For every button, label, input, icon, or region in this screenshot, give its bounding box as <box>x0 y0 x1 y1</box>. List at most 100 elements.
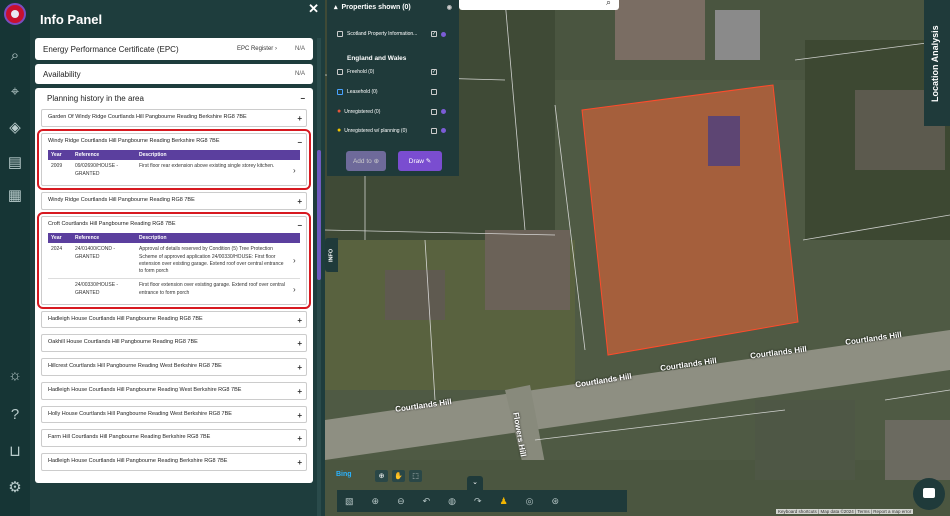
info-icon[interactable] <box>441 109 446 114</box>
info-icon[interactable] <box>441 128 446 133</box>
hand-icon[interactable]: ✋ <box>392 470 405 482</box>
epc-register-link[interactable]: EPC Register › <box>237 46 277 52</box>
unregistered-planning-option[interactable]: ● Unregistered w/ planning (0) <box>337 127 447 134</box>
unregistered-planning-label: Unregistered w/ planning (0) <box>344 127 408 134</box>
visibility-icon[interactable]: ◉ <box>447 4 452 11</box>
epc-label: Energy Performance Certificate (EPC) <box>43 44 179 54</box>
scrollbar-thumb[interactable] <box>317 150 321 280</box>
app-logo[interactable] <box>4 3 26 25</box>
cell-year: 2009 <box>51 163 63 170</box>
expand-icon[interactable]: + <box>297 411 302 420</box>
cell-reference: 09/02690/HOUSE - GRANTED <box>75 163 119 177</box>
unregistered-option[interactable]: ● Unregistered (0) <box>337 108 447 115</box>
undo-icon[interactable]: ↶ <box>423 496 431 507</box>
scotland-option[interactable]: Scotland Property Information... ✓ <box>337 31 447 37</box>
cell-year: 2024 <box>51 246 63 253</box>
collapse-icon[interactable]: − <box>300 94 305 103</box>
planning-table: Year Reference Description 2009 09/02690… <box>48 150 300 181</box>
search-icon[interactable]: ⌕ <box>5 46 25 66</box>
checkbox[interactable] <box>337 31 343 37</box>
planning-address: Oakhill House Courtlands Hill Pangbourne… <box>48 339 198 346</box>
caret-up-icon[interactable]: ▴ <box>334 3 338 11</box>
settings-icon[interactable]: ⚙ <box>5 478 25 498</box>
draw-button[interactable]: Draw ✎ <box>398 151 442 171</box>
expand-icon[interactable]: + <box>297 114 302 123</box>
planning-item[interactable]: Hadleigh House Courtlands Hill Pangbourn… <box>41 381 307 400</box>
chevron-right-icon[interactable]: › <box>290 243 300 279</box>
id-card-icon[interactable]: ▤ <box>5 153 25 173</box>
chat-icon[interactable] <box>913 478 945 510</box>
planning-item-expanded[interactable]: Croft Courtlands Hill Pangbourne Reading… <box>37 211 311 309</box>
expand-icon[interactable]: + <box>297 434 302 443</box>
chevron-right-icon[interactable]: › <box>290 160 300 181</box>
checkbox[interactable] <box>431 127 437 134</box>
compass-icon[interactable]: ⊛ <box>552 496 560 507</box>
planning-item[interactable]: Farm Hill Courtlands Hill Pangbourne Rea… <box>41 429 307 447</box>
area-search-icon[interactable]: ⌖ <box>5 82 25 102</box>
expand-icon[interactable]: + <box>297 316 302 325</box>
collapse-icon[interactable]: − <box>297 138 302 147</box>
planning-address: Windy Ridge Courtlands Hill Pangbourne R… <box>48 137 220 144</box>
map-search-input[interactable]: ⌕ <box>459 0 619 10</box>
chevron-right-icon[interactable]: › <box>290 278 300 300</box>
planning-item[interactable]: Hadleigh House Courtlands Hill Pangbourn… <box>41 452 307 471</box>
document-icon[interactable]: ▦ <box>5 186 25 206</box>
planning-item[interactable]: Hadleigh House Courtlands Hill Pangbourn… <box>41 310 307 329</box>
street-view-icon[interactable]: ♟ <box>500 496 508 507</box>
epc-row[interactable]: Energy Performance Certificate (EPC) EPC… <box>35 38 313 60</box>
info-icon[interactable] <box>441 31 446 37</box>
leasehold-option[interactable]: Leasehold (0) <box>337 89 447 95</box>
planning-history-header[interactable]: Planning history in the area − <box>47 94 305 103</box>
planning-address: Croft Courtlands Hill Pangbourne Reading… <box>48 220 176 227</box>
zoom-out-icon[interactable]: ⊖ <box>397 496 405 507</box>
lightbulb-icon[interactable]: ☼ <box>5 366 25 386</box>
expand-icon[interactable]: + <box>297 339 302 348</box>
checkbox[interactable] <box>337 89 343 95</box>
map-icon[interactable]: ▧ <box>345 496 354 507</box>
chevron-down-icon[interactable]: ⌄ <box>467 476 483 490</box>
crosshair-icon[interactable]: ⊕ <box>375 470 388 482</box>
planning-item[interactable]: Oakhill House Courtlands Hill Pangbourne… <box>41 334 307 353</box>
freehold-option[interactable]: Freehold (0) ✓ <box>337 69 447 75</box>
location-icon[interactable]: ◎ <box>526 496 534 507</box>
checkbox[interactable] <box>431 89 437 95</box>
leasehold-label: Leasehold (0) <box>347 89 378 95</box>
planning-item-expanded[interactable]: Windy Ridge Courtlands Hill Pangbourne R… <box>37 128 311 190</box>
properties-title: Properties shown (0) <box>341 3 411 11</box>
checkbox[interactable] <box>431 108 437 115</box>
pointer-icon[interactable]: ⬚ <box>409 470 422 482</box>
close-icon[interactable]: ✕ <box>308 1 319 17</box>
expand-icon[interactable]: + <box>297 363 302 372</box>
location-analysis-tab[interactable]: Location Analysis <box>924 0 950 126</box>
search-icon[interactable]: ⌕ <box>606 0 611 8</box>
basket-icon[interactable]: ⊔ <box>5 442 25 462</box>
planning-item[interactable]: Holly House Courtlands Hill Pangbourne R… <box>41 405 307 424</box>
collapse-icon[interactable]: − <box>297 221 302 230</box>
help-icon[interactable]: ? <box>5 405 25 425</box>
freehold-label: Freehold (0) <box>347 69 375 75</box>
planning-item[interactable]: Hillcrest Courtlands Hill Pangbourne Rea… <box>41 358 307 376</box>
expand-icon[interactable]: + <box>297 458 302 467</box>
properties-header[interactable]: ▴ Properties shown (0) ◉ <box>327 0 459 14</box>
checkbox-checked[interactable]: ✓ <box>431 69 437 75</box>
expand-icon[interactable]: + <box>297 197 302 206</box>
globe-icon[interactable]: ◍ <box>448 496 456 507</box>
expand-icon[interactable]: + <box>297 387 302 396</box>
properties-panel: ▴ Properties shown (0) ◉ Scotland Proper… <box>327 0 459 176</box>
table-row[interactable]: 2024 24/01400/COND - GRANTED Approval of… <box>48 243 300 279</box>
cell-reference: 24/01400/COND - GRANTED <box>75 246 116 260</box>
panel-scrollbar[interactable] <box>317 38 321 516</box>
planning-item[interactable]: Windy Ridge Courtlands Hill Pangbourne R… <box>41 191 307 210</box>
layers-icon[interactable]: ◈ <box>5 118 25 138</box>
table-row[interactable]: 24/00330/HOUSE - GRANTED First floor ext… <box>48 278 300 300</box>
checkbox[interactable] <box>337 69 343 75</box>
checkbox-checked[interactable]: ✓ <box>431 31 437 37</box>
info-tab[interactable]: INFO <box>325 238 338 272</box>
column-description: Description <box>136 233 290 244</box>
add-to-button[interactable]: Add to ⊕ <box>346 151 386 171</box>
redo-icon[interactable]: ↷ <box>474 496 482 507</box>
availability-label: Availability <box>43 69 81 79</box>
zoom-in-icon[interactable]: ⊕ <box>372 496 380 507</box>
planning-item[interactable]: Garden Of Windy Ridge Courtlands Hill Pa… <box>41 109 307 127</box>
table-row[interactable]: 2009 09/02690/HOUSE - GRANTED First floo… <box>48 160 300 181</box>
